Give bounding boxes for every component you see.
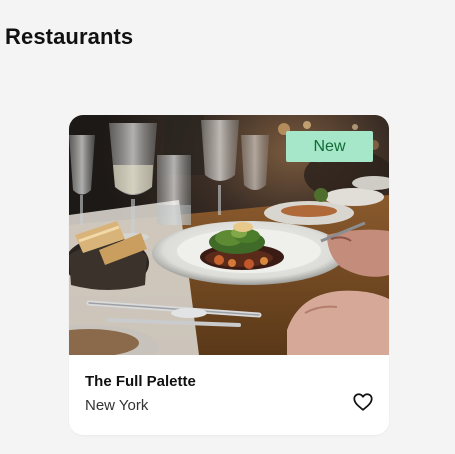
page-title: Restaurants: [5, 24, 134, 49]
heart-icon: [353, 393, 373, 411]
restaurant-name[interactable]: The Full Palette: [85, 373, 196, 390]
restaurant-location: New York: [85, 397, 149, 414]
favorite-button[interactable]: [352, 391, 374, 413]
new-badge: New: [286, 131, 373, 162]
restaurant-card[interactable]: New The Full Palette New York: [69, 115, 389, 435]
card-footer: The Full Palette New York: [69, 355, 389, 435]
